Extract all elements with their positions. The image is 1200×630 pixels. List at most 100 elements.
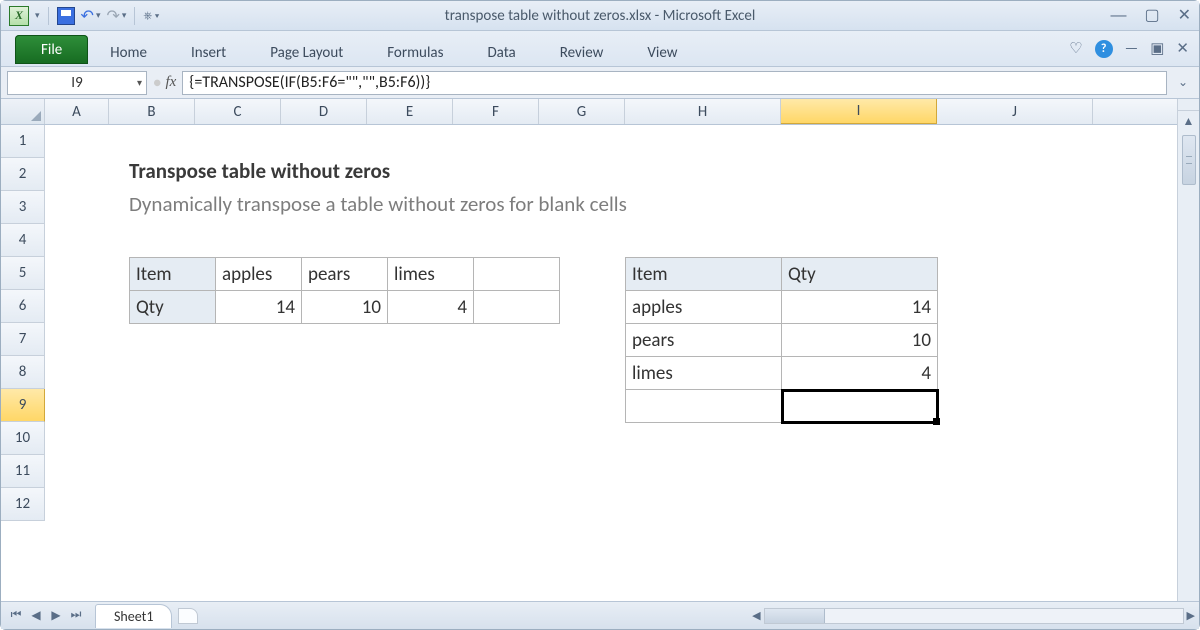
table-row: apples 14 (626, 291, 938, 324)
doc-minimize-icon[interactable]: — (1125, 40, 1139, 58)
cell[interactable]: 10 (782, 324, 938, 357)
redo-button[interactable]: ↷▾ (106, 6, 126, 26)
window-title: transpose table without zeros.xlsx - Mic… (1, 7, 1199, 25)
titlebar: X ▾ ↶▾ ↷▾ ⎈ ▾ transpose table without ze… (1, 1, 1199, 31)
qat-customize-icon[interactable]: ⎈ ▾ (143, 9, 159, 23)
split-handle[interactable] (1178, 99, 1199, 111)
next-sheet-icon[interactable]: ▶ (47, 608, 65, 623)
quick-access-toolbar: X ▾ ↶▾ ↷▾ ⎈ ▾ (9, 6, 159, 26)
cell[interactable]: 4 (388, 291, 474, 324)
scroll-left-icon[interactable]: ◀ (752, 609, 760, 622)
formula-text: {=TRANSPOSE(IF(B5:F6="","",B5:F6))} (189, 73, 430, 92)
formula-input[interactable]: {=TRANSPOSE(IF(B5:F6="","",B5:F6))} (182, 71, 1167, 95)
col-header-I[interactable]: I (781, 99, 937, 124)
header-cell[interactable]: Qty (130, 291, 216, 324)
formula-bar-row: I9 ▾ ● fx {=TRANSPOSE(IF(B5:F6="","",B5:… (1, 67, 1199, 99)
namebox-dropdown-icon[interactable]: ▾ (137, 76, 142, 89)
grid-rows[interactable]: 1 2 3 4 5 6 7 8 9 10 11 12 Transpose tab… (1, 125, 1177, 601)
name-box[interactable]: I9 ▾ (7, 71, 147, 95)
header-cell[interactable]: Item (130, 258, 216, 291)
qat-dropdown-icon[interactable]: ▾ (35, 10, 40, 21)
horizontal-scrollbar[interactable]: ◀ ▶ (752, 608, 1199, 624)
prev-sheet-icon[interactable]: ◀ (27, 608, 45, 623)
cell[interactable]: limes (388, 258, 474, 291)
save-icon[interactable] (57, 7, 75, 25)
separator (48, 7, 49, 25)
row-header[interactable]: 3 (1, 191, 45, 224)
first-sheet-icon[interactable]: ⏮ (7, 608, 25, 623)
row-header[interactable]: 8 (1, 356, 45, 389)
ribbon-minimize-icon[interactable]: ♡ (1069, 39, 1082, 58)
undo-dropdown-icon[interactable]: ▾ (96, 10, 101, 21)
fx-icon[interactable]: fx (165, 74, 176, 91)
cell[interactable] (474, 258, 560, 291)
table-row: Qty 14 10 4 (130, 291, 560, 324)
col-header-C[interactable]: C (195, 99, 281, 124)
cell[interactable]: apples (216, 258, 302, 291)
row-header[interactable]: 1 (1, 125, 45, 158)
tab-page-layout[interactable]: Page Layout (248, 31, 365, 66)
row-header[interactable]: 7 (1, 323, 45, 356)
excel-icon[interactable]: X (9, 6, 29, 26)
tab-formulas[interactable]: Formulas (365, 31, 465, 66)
sheet-title: Transpose table without zeros (129, 158, 390, 184)
row-header[interactable]: 9 (1, 389, 45, 422)
col-header-B[interactable]: B (109, 99, 195, 124)
cell[interactable]: 10 (302, 291, 388, 324)
cell-canvas[interactable]: Transpose table without zeros Dynamicall… (45, 125, 1177, 601)
tab-view[interactable]: View (625, 31, 699, 66)
formula-bar-expand-icon[interactable]: ⌄ (1173, 75, 1193, 90)
row-header[interactable]: 6 (1, 290, 45, 323)
cell[interactable]: pears (302, 258, 388, 291)
last-sheet-icon[interactable]: ⏭ (67, 608, 85, 623)
col-header-D[interactable]: D (281, 99, 367, 124)
row-header[interactable]: 4 (1, 224, 45, 257)
row-header[interactable]: 5 (1, 257, 45, 290)
tab-review[interactable]: Review (538, 31, 626, 66)
doc-close-icon[interactable]: ✕ (1176, 39, 1189, 58)
help-icon[interactable]: ? (1095, 40, 1113, 58)
cell[interactable] (474, 291, 560, 324)
cell[interactable]: pears (626, 324, 782, 357)
new-sheet-button[interactable] (178, 608, 198, 624)
close-button[interactable]: ✕ (1178, 8, 1191, 24)
col-header-G[interactable]: G (539, 99, 625, 124)
header-cell[interactable]: Qty (782, 258, 938, 291)
hscroll-track[interactable] (764, 608, 1184, 624)
tab-data[interactable]: Data (465, 31, 537, 66)
tab-insert[interactable]: Insert (169, 31, 248, 66)
row-header[interactable]: 12 (1, 488, 45, 521)
doc-restore-icon[interactable]: ▣ (1150, 39, 1164, 58)
col-header-A[interactable]: A (45, 99, 109, 124)
table-row: Item Qty (626, 258, 938, 291)
cell[interactable]: apples (626, 291, 782, 324)
undo-button[interactable]: ↶▾ (81, 6, 101, 26)
vertical-scrollbar[interactable]: ▲ (1177, 99, 1199, 601)
sheet-tab[interactable]: Sheet1 (95, 604, 172, 628)
row-header[interactable]: 10 (1, 422, 45, 455)
cell[interactable]: limes (626, 357, 782, 390)
scroll-up-icon[interactable]: ▲ (1183, 111, 1195, 131)
cell[interactable] (626, 390, 782, 423)
row-header[interactable]: 11 (1, 455, 45, 488)
hscroll-thumb[interactable] (765, 609, 825, 623)
scroll-thumb[interactable] (1182, 135, 1196, 185)
minimize-button[interactable]: — (1110, 8, 1126, 24)
header-cell[interactable]: Item (626, 258, 782, 291)
col-header-F[interactable]: F (453, 99, 539, 124)
file-tab[interactable]: File (15, 35, 88, 64)
col-header-H[interactable]: H (625, 99, 781, 124)
maximize-button[interactable]: ▢ (1144, 8, 1159, 24)
cell[interactable]: 14 (782, 291, 938, 324)
cancel-formula-icon: ● (153, 74, 161, 91)
col-header-J[interactable]: J (937, 99, 1093, 124)
col-header-E[interactable]: E (367, 99, 453, 124)
row-header[interactable]: 2 (1, 158, 45, 191)
tab-home[interactable]: Home (88, 31, 169, 66)
scroll-right-icon[interactable]: ▶ (1187, 609, 1195, 622)
cell[interactable]: 4 (782, 357, 938, 390)
redo-dropdown-icon[interactable]: ▾ (122, 10, 127, 21)
select-all-button[interactable] (1, 99, 45, 124)
active-cell-outline (781, 389, 939, 424)
cell[interactable]: 14 (216, 291, 302, 324)
